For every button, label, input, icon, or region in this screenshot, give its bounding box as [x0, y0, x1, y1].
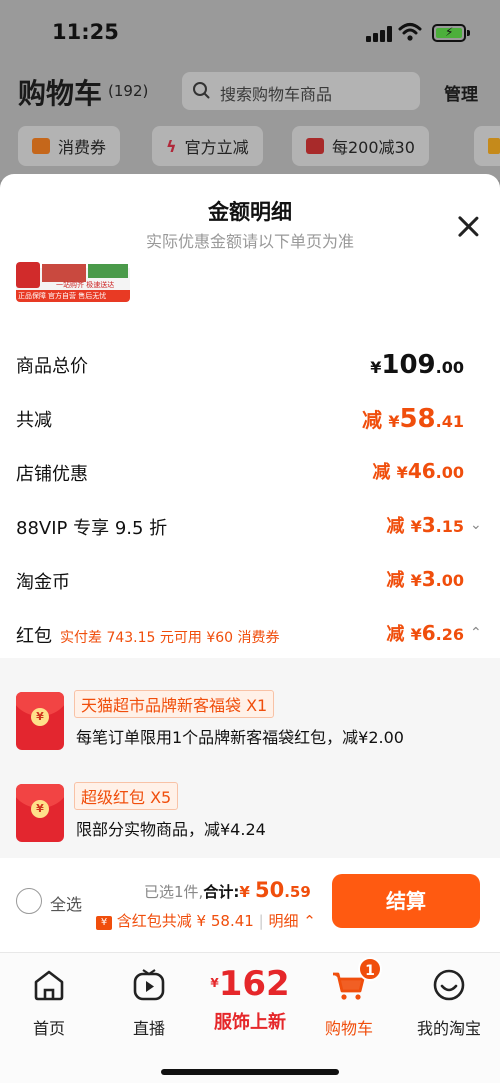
- row-88vip-discount[interactable]: 88VIP 专享 9.5 折 减 ¥3.15 ⌄: [16, 512, 484, 542]
- amount-detail-sheet: 金额明细 实际优惠金额请以下单页为准 一站购齐 极速送达 官方自营 售后无忧 正…: [0, 174, 500, 1083]
- red-envelope-icon: ¥: [16, 692, 64, 750]
- cart-count: (192): [108, 82, 149, 100]
- chip-label: 官方立减: [184, 138, 249, 157]
- detail-link[interactable]: 明细: [268, 912, 298, 930]
- row-value: 减 ¥46.00: [372, 459, 464, 483]
- manage-button[interactable]: 管理: [444, 80, 478, 105]
- row-label: 商品总价: [16, 356, 88, 377]
- thumb-text: 官方自营 售后无忧: [48, 292, 107, 300]
- select-all-radio[interactable]: [16, 888, 42, 914]
- redpack-item: ¥ 超级红包 X5 限部分实物商品，减¥4.24: [16, 782, 486, 854]
- wifi-icon: [398, 23, 422, 41]
- status-time: 11:25: [52, 20, 119, 44]
- chip-coupon[interactable]: 消费券: [18, 126, 121, 166]
- row-redpack[interactable]: 红包 实付差 743.15 元可用 ¥60 消费券 减 ¥6.26 ⌃: [16, 620, 484, 650]
- cart-badge: 1: [358, 957, 382, 981]
- redpack-tag: 超级红包 X5: [74, 782, 179, 810]
- tab-label: 购物车: [324, 1019, 373, 1038]
- signal-icon: [366, 26, 392, 42]
- row-label: 共减: [16, 410, 52, 431]
- cart-page-background: 11:25 ⚡ 购物车 (192) 搜索购物车商品 管理 消费券 ϟ 官方立减: [0, 0, 500, 180]
- filter-chips: 消费券 ϟ 官方立减 每200减30: [18, 126, 500, 166]
- redpack-list: ¥ 天猫超市品牌新客福袋 X1 每笔订单限用1个品牌新客福袋红包，减¥2.00 …: [0, 658, 500, 858]
- tab-bar: 首页 直播 ¥162 服饰上新 购物车 1 我的淘宝: [0, 952, 500, 1083]
- redpack-desc: 每笔订单限用1个品牌新客福袋红包，减¥2.00: [76, 728, 404, 747]
- chip-more[interactable]: [474, 126, 500, 166]
- redpack-desc: 限部分实物商品，减¥4.24: [76, 820, 266, 839]
- sheet-subtitle: 实际优惠金额请以下单页为准: [145, 232, 354, 251]
- chip-label: 每200减30: [332, 138, 415, 157]
- row-label: 红包 实付差 743.15 元可用 ¥60 消费券: [16, 626, 280, 647]
- selection-summary: 已选1件,合计:¥ 50.59: [144, 878, 311, 902]
- chevron-up-icon: ⌃: [303, 912, 316, 930]
- gift-icon: [306, 138, 324, 154]
- row-shop-discount: 店铺优惠 减 ¥46.00: [16, 458, 484, 488]
- search-input[interactable]: 搜索购物车商品: [182, 72, 420, 110]
- chip-spend-discount[interactable]: 每200减30: [292, 126, 429, 166]
- tab-label: 首页: [32, 1019, 65, 1038]
- tab-label: 我的淘宝: [416, 1019, 481, 1038]
- redpack-tag: 天猫超市品牌新客福袋 X1: [74, 690, 275, 718]
- redpack-icon: ¥: [96, 916, 112, 930]
- tab-mine[interactable]: 我的淘宝: [404, 967, 494, 1039]
- tab-home[interactable]: 首页: [4, 967, 94, 1039]
- coupon-icon: [32, 138, 50, 154]
- promo-number: 162: [218, 964, 290, 1004]
- row-value: 减 ¥6.26: [386, 621, 464, 645]
- row-value: ¥109.00: [370, 350, 464, 380]
- redpack-item: ¥ 天猫超市品牌新客福袋 X1 每笔订单限用1个品牌新客福袋红包，减¥2.00: [16, 690, 486, 762]
- status-bar: 11:25 ⚡: [0, 0, 500, 66]
- product-thumbnail: 一站购齐 极速送达 官方自营 售后无忧 正品保障: [16, 262, 130, 302]
- row-value: 减 ¥3.15: [386, 513, 464, 537]
- play-icon: [133, 969, 165, 1001]
- row-label: 88VIP 专享 9.5 折: [16, 518, 168, 539]
- checkout-bar: 全选 已选1件,合计:¥ 50.59 ¥ 含红包共减 ¥ 58.41 | 明细 …: [0, 858, 500, 952]
- row-label: 店铺优惠: [16, 464, 88, 485]
- row-value: 减 ¥3.00: [386, 567, 464, 591]
- row-value: 减 ¥58.41: [362, 404, 464, 434]
- search-icon: [193, 82, 210, 99]
- row-total-reduce: 共减 减 ¥58.41: [16, 404, 484, 434]
- tab-live[interactable]: 直播: [104, 967, 194, 1039]
- chip-official-discount[interactable]: ϟ 官方立减: [152, 126, 263, 166]
- chevron-down-icon[interactable]: ⌄: [470, 518, 484, 532]
- row-label: 淘金币: [16, 572, 70, 593]
- select-all-label[interactable]: 全选: [50, 891, 82, 915]
- sheet-title: 金额明细: [208, 200, 292, 224]
- home-indicator: [161, 1069, 339, 1075]
- home-icon: [34, 970, 64, 1001]
- row-total-price: 商品总价 ¥109.00: [16, 350, 484, 380]
- tab-promo[interactable]: ¥162 服饰上新: [200, 963, 300, 1034]
- tab-cart[interactable]: 购物车: [304, 967, 394, 1039]
- lightning-icon: ϟ: [166, 136, 177, 156]
- folder-icon: [488, 138, 500, 154]
- cart-title: 购物车: [18, 77, 103, 110]
- thumb-text: 一站购齐 极速送达: [56, 281, 115, 289]
- chevron-up-icon[interactable]: ⌃: [470, 626, 484, 640]
- smile-icon: [433, 969, 465, 1001]
- row-taojinbi: 淘金币 减 ¥3.00: [16, 566, 484, 596]
- battery-icon: ⚡: [432, 24, 470, 42]
- tab-label: 直播: [132, 1019, 165, 1038]
- redpack-note: 实付差 743.15 元可用 ¥60 消费券: [60, 630, 280, 646]
- chip-label: 消费券: [58, 138, 107, 157]
- red-envelope-icon: ¥: [16, 784, 64, 842]
- promo-label: 服饰上新: [214, 1012, 286, 1033]
- redpack-summary[interactable]: ¥ 含红包共减 ¥ 58.41 | 明细 ⌃: [96, 910, 316, 931]
- close-icon[interactable]: [456, 214, 480, 238]
- search-placeholder: 搜索购物车商品: [220, 85, 333, 104]
- promo-yen: ¥: [210, 976, 219, 990]
- thumb-text: 正品保障: [18, 292, 46, 300]
- checkout-button[interactable]: 结算: [332, 874, 480, 928]
